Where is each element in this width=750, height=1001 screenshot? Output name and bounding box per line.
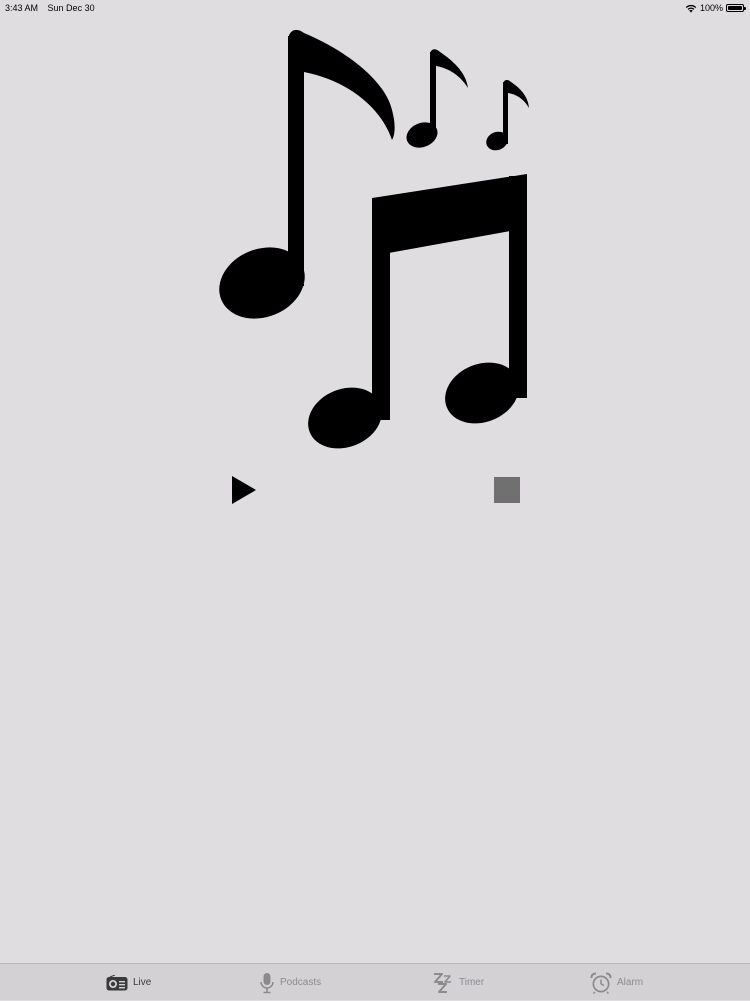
tab-alarm-label: Alarm	[617, 977, 644, 988]
tab-live-label: Live	[133, 977, 152, 988]
tab-timer-label: Timer	[459, 977, 485, 988]
tab-bar: Live Podcasts Timer Alarm	[0, 963, 750, 1000]
eighth-note-small-1	[406, 49, 468, 148]
beamed-notes	[308, 174, 527, 449]
eighth-note-small-2	[486, 79, 529, 151]
stop-button[interactable]	[494, 477, 520, 503]
tab-podcasts[interactable]: Podcasts	[259, 964, 321, 1001]
play-button[interactable]	[229, 474, 259, 506]
radio-icon	[106, 974, 128, 990]
alarm-clock-icon	[590, 972, 612, 994]
tab-timer[interactable]: Timer	[432, 964, 484, 1001]
tab-live[interactable]: Live	[106, 964, 151, 1001]
tab-alarm[interactable]: Alarm	[590, 964, 643, 1001]
music-notes-icon	[219, 29, 529, 449]
eighth-note-large	[219, 29, 395, 319]
sleep-zzz-icon	[434, 972, 451, 993]
microphone-icon	[260, 972, 274, 993]
tab-podcasts-label: Podcasts	[280, 977, 322, 988]
